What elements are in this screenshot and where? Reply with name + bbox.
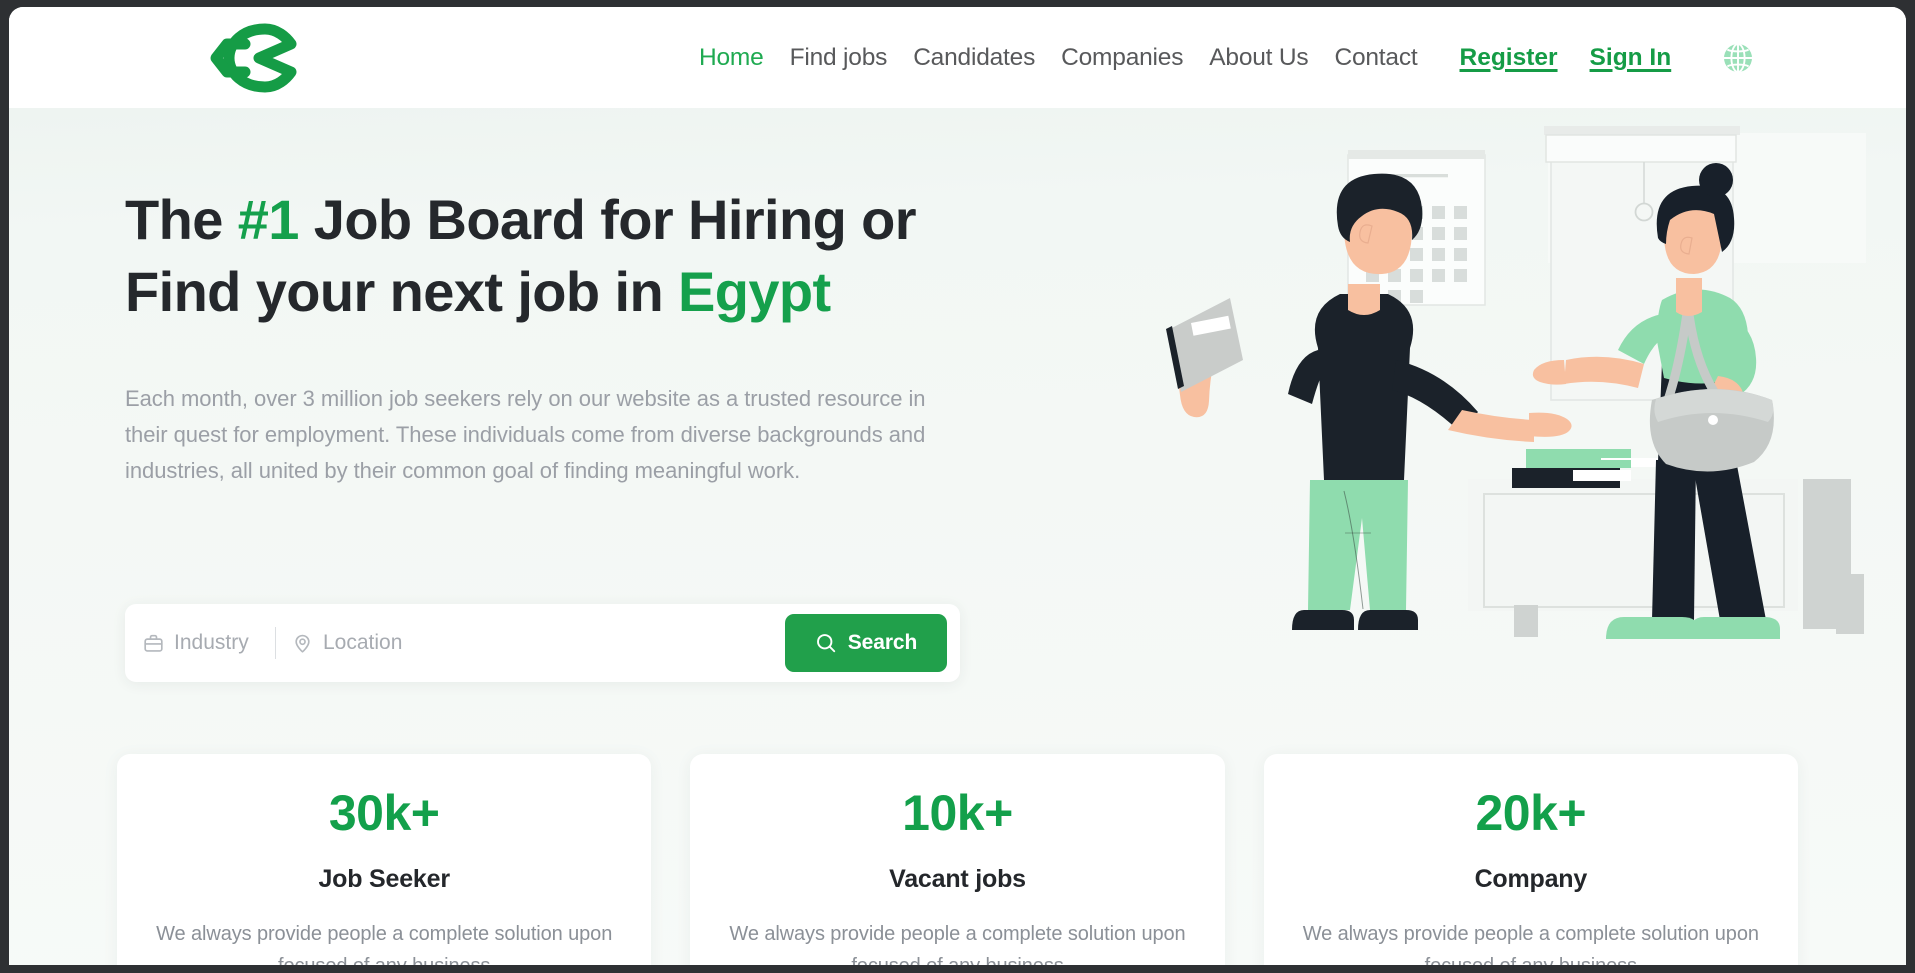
- nav-item-contact[interactable]: Contact: [1334, 44, 1417, 72]
- leaf-e-logo-icon: [210, 23, 297, 93]
- industry-placeholder-text: Industry: [174, 631, 249, 654]
- nav-item-candidates[interactable]: Candidates: [913, 44, 1035, 72]
- industry-field[interactable]: Industry: [125, 604, 275, 682]
- search-button-label: Search: [847, 631, 918, 654]
- location-placeholder-text: Location: [323, 631, 403, 654]
- hero-title-part-1: The: [125, 188, 238, 251]
- hero-subtitle: Each month, over 3 million job seekers r…: [125, 386, 926, 483]
- hero-title-accent-number: #1: [237, 188, 300, 251]
- stat-value: 30k+: [328, 785, 440, 841]
- stat-description: We always provide people a complete solu…: [1302, 923, 1759, 965]
- nav-item-find-jobs[interactable]: Find jobs: [790, 44, 888, 72]
- hero-title: The #1 Job Board for Hiring or Find your…: [125, 184, 955, 328]
- stat-description: We always provide people a complete solu…: [729, 923, 1186, 965]
- nav-item-companies[interactable]: Companies: [1061, 44, 1183, 72]
- job-search-bar: Industry Location Search: [125, 604, 960, 682]
- search-button[interactable]: Search: [785, 614, 947, 672]
- stat-card-vacant-jobs: 10k+ Vacant jobs We always provide peopl…: [690, 754, 1225, 965]
- stat-value: 20k+: [1475, 785, 1587, 841]
- stats-row: 30k+ Job Seeker We always provide people…: [117, 754, 1798, 965]
- globe-icon[interactable]: [1721, 41, 1755, 75]
- nav-item-home[interactable]: Home: [699, 44, 764, 72]
- handshake-office-illustration: [1166, 126, 1866, 639]
- stat-label: Vacant jobs: [889, 865, 1026, 893]
- site-header: Home Find jobs Candidates Companies Abou…: [9, 7, 1906, 108]
- hero-copy: The #1 Job Board for Hiring or Find your…: [125, 184, 955, 489]
- page-surface: Home Find jobs Candidates Companies Abou…: [9, 7, 1906, 965]
- map-pin-icon: [295, 634, 310, 653]
- stat-description: We always provide people a complete solu…: [156, 923, 613, 965]
- signin-link[interactable]: Sign In: [1590, 44, 1672, 72]
- hero-title-accent-country: Egypt: [678, 260, 831, 323]
- hero-section: mostaql.com The #1 Job Board for Hiring …: [9, 108, 1906, 965]
- stat-label: Company: [1474, 865, 1588, 893]
- nav-item-about-us[interactable]: About Us: [1209, 44, 1308, 72]
- location-field[interactable]: Location: [276, 604, 785, 682]
- main-navigation: Home Find jobs Candidates Companies Abou…: [699, 7, 1755, 108]
- site-logo[interactable]: [185, 20, 313, 96]
- browser-frame: Home Find jobs Candidates Companies Abou…: [0, 0, 1915, 973]
- register-link[interactable]: Register: [1460, 44, 1558, 72]
- stat-card-company: 20k+ Company We always provide people a …: [1263, 754, 1798, 965]
- search-icon: [816, 634, 835, 653]
- stat-value: 10k+: [902, 785, 1013, 841]
- stat-card-job-seeker: 30k+ Job Seeker We always provide people…: [117, 754, 652, 965]
- briefcase-icon: [144, 634, 163, 652]
- stat-label: Job Seeker: [318, 865, 450, 893]
